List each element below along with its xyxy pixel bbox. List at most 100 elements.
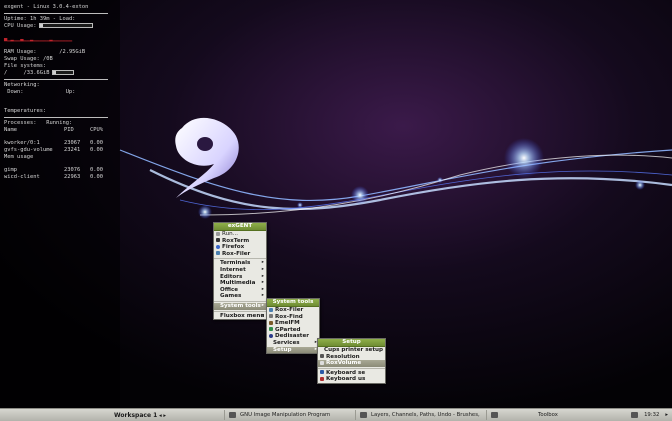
load-label: Load: <box>59 16 76 22</box>
submenu-arrow-icon: ▸ <box>261 286 264 292</box>
gparted-icon <box>269 327 273 332</box>
menu-item-games[interactable]: Games ▸ <box>214 293 266 300</box>
conky-system-monitor: exgent - Linux 3.0.4-exton Uptime: 1h 39… <box>4 4 108 181</box>
menu-item-setup[interactable]: Setup ▸ <box>267 346 319 354</box>
process-name: wicd-client <box>4 174 40 180</box>
ram-value: /2.95GiB <box>59 49 86 55</box>
menu-item-label: Games <box>220 293 242 300</box>
workspace-label: Workspace 1 <box>114 411 158 419</box>
process-row: wicd-client 22963 0.00 <box>4 174 108 181</box>
col-cpu: CPU% <box>90 127 103 133</box>
ram-row: RAM Usage: /2.95GiB <box>4 49 108 56</box>
taskbar-task-toolbox[interactable]: Toolbox <box>486 410 595 420</box>
menu-item-label: Rox-Filer <box>222 250 251 257</box>
menu-item-rox-filer[interactable]: Rox-Filer <box>267 307 319 314</box>
menu-item-firefox[interactable]: Firefox <box>214 244 266 251</box>
clock: 19:32 <box>644 412 660 418</box>
cpu-graph-row: ▄▁▂▁▁▃▁▁▂▁▁▁▁▁▂▁▁▁▁▁▁ <box>4 36 108 43</box>
submenu-arrow-icon: ▸ <box>261 260 264 266</box>
menu-item-office[interactable]: Office ▸ <box>214 287 266 294</box>
menu-item-dedisaster[interactable]: Dedisaster <box>267 333 319 340</box>
menu-item-keyboard-us[interactable]: Keyboard us <box>318 376 385 383</box>
swap-label: Swap Usage: <box>4 56 40 62</box>
file-manager-icon <box>269 307 273 312</box>
task-label: Toolbox <box>538 412 558 418</box>
root-fs-prefix: / <box>4 70 8 76</box>
menu-item-roxterm[interactable]: RoxTerm <box>214 238 266 245</box>
mem-usage-label: Mem usage <box>4 154 34 160</box>
swedish-flag-icon <box>320 370 324 375</box>
swap-value: /0B <box>42 56 53 62</box>
firefox-icon <box>216 244 220 249</box>
menu-separator <box>214 300 266 302</box>
system-tray: 19:32 ▸ <box>631 412 672 418</box>
root-menu: exGENT Run... RoxTerm Firefox Rox-Filer … <box>213 222 267 321</box>
menu-item-label: Setup <box>273 346 292 353</box>
menu-item-roxvolume[interactable]: RoxVolume <box>318 360 385 367</box>
process-cpu: 0.00 <box>90 147 103 153</box>
taskbar-task-gimp[interactable]: GNU Image Manipulation Program <box>224 410 355 420</box>
menu-item-label: Firefox <box>222 244 245 251</box>
process-pid: 23076 <box>64 167 81 173</box>
menu-item-cups-printer-setup[interactable]: Cups printer setup <box>318 347 385 354</box>
menu-item-label: Keyboard se <box>326 369 366 376</box>
menu-item-gparted[interactable]: GParted <box>267 327 319 334</box>
menu-separator <box>214 310 266 312</box>
process-pid: 23241 <box>64 147 81 153</box>
menu-item-label: Editors <box>220 273 243 280</box>
root-menu-title: exGENT <box>214 223 266 231</box>
processes-label: Processes: <box>4 120 37 126</box>
menu-item-rox-filer[interactable]: Rox-Filer <box>214 251 266 258</box>
cpu-usage-bar <box>39 23 94 28</box>
menu-item-fluxbox-menu[interactable]: Fluxbox menu ▸ <box>214 313 266 320</box>
menu-item-internet[interactable]: Internet ▸ <box>214 267 266 274</box>
submenu-arrow-icon: ▸ <box>261 266 264 272</box>
next-icon[interactable]: ▸ <box>665 412 668 418</box>
display-icon <box>320 354 324 359</box>
menu-item-run[interactable]: Run... <box>214 231 266 238</box>
menu-item-label: Multimedia <box>220 280 256 287</box>
conky-title: exgent - Linux 3.0.4-exton <box>4 4 89 10</box>
menu-item-resolution[interactable]: Resolution <box>318 354 385 361</box>
run-icon <box>216 231 220 236</box>
menu-item-multimedia[interactable]: Multimedia ▸ <box>214 280 266 287</box>
menu-item-label: Resolution <box>326 353 360 360</box>
col-pid: PID <box>64 127 74 133</box>
menu-item-emelfm[interactable]: EmelFM <box>267 320 319 327</box>
root-fs-bar <box>52 70 75 75</box>
divider <box>4 79 108 80</box>
volume-icon <box>320 360 324 365</box>
process-name: gimp <box>4 167 17 173</box>
menu-item-label: Internet <box>220 266 246 273</box>
network-tray-icon[interactable] <box>631 412 639 418</box>
menu-item-rox-find[interactable]: Rox-Find <box>267 314 319 321</box>
menu-item-services[interactable]: Services ▸ <box>267 340 319 347</box>
workspace-switcher[interactable]: Workspace 1 ◂ ▸ <box>0 412 224 419</box>
process-pid: 22963 <box>64 174 81 180</box>
menu-item-label: Rox-Filer <box>275 307 304 313</box>
menu-item-editors[interactable]: Editors ▸ <box>214 274 266 281</box>
menu-item-label: RoxTerm <box>222 237 250 244</box>
find-icon <box>269 314 273 319</box>
processes-row: Processes: Running: <box>4 120 108 127</box>
filesystems-row: File systems: <box>4 63 108 70</box>
cpu-graph-icon: ▄▁▂▁▁▃▁▁▂▁▁▁▁▁▂▁▁▁▁▁▁ <box>4 36 73 42</box>
menu-item-terminals[interactable]: Terminals ▸ <box>214 260 266 267</box>
prev-workspace-icon[interactable]: ◂ <box>159 413 162 419</box>
menu-item-label: RoxVolume <box>326 360 362 367</box>
ram-label: RAM Usage: <box>4 49 37 55</box>
swap-row: Swap Usage: /0B <box>4 56 108 63</box>
taskbar-task-layers[interactable]: Layers, Channels, Paths, Undo - Brushes, <box>355 410 486 420</box>
menu-item-system-tools[interactable]: System tools ▸ <box>214 302 266 310</box>
menu-item-keyboard-se[interactable]: Keyboard se <box>318 370 385 377</box>
filesystems-label: File systems: <box>4 63 47 69</box>
process-cpu: 0.00 <box>90 140 103 146</box>
gimp-icon <box>360 412 367 418</box>
next-workspace-icon[interactable]: ▸ <box>163 413 166 419</box>
task-label: GNU Image Manipulation Program <box>240 412 331 418</box>
process-row: gvfs-gdu-volume 23241 0.00 <box>4 147 108 154</box>
menu-separator <box>318 367 385 369</box>
uptime-row: Uptime: 1h 39m - Load: <box>4 16 76 22</box>
menu-item-label: Terminals <box>220 260 251 267</box>
menu-item-label: Fluxbox menu <box>220 312 265 319</box>
